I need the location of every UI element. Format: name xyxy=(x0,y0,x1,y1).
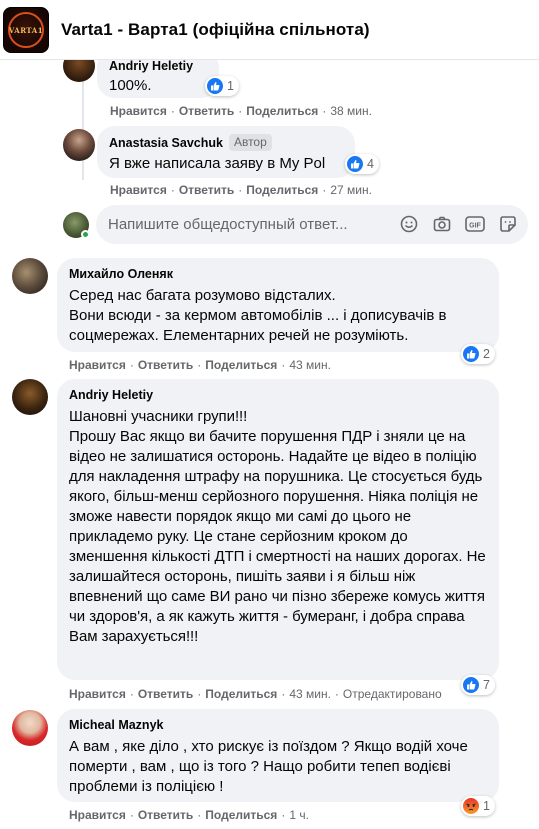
reaction-summary[interactable]: 7 xyxy=(461,675,495,695)
gif-icon[interactable]: GIF xyxy=(465,214,485,234)
reaction-count: 1 xyxy=(227,79,234,93)
separator: · xyxy=(129,358,134,372)
reaction-count: 1 xyxy=(483,799,490,813)
comment-actions: Нравится · Ответить · Поделиться · 27 ми… xyxy=(110,183,372,197)
avatar[interactable] xyxy=(12,258,48,294)
share-link[interactable]: Поделиться xyxy=(246,183,318,197)
comment-bubble: Micheal Maznyk А вам , яке діло , хто ри… xyxy=(57,709,499,802)
like-icon xyxy=(347,156,363,172)
share-link[interactable]: Поделиться xyxy=(205,808,277,822)
emoji-icon[interactable] xyxy=(399,214,419,234)
reply-toolbar: GIF xyxy=(399,214,518,234)
avatar[interactable] xyxy=(63,129,95,161)
separator: · xyxy=(238,104,243,118)
author-name[interactable]: Anastasia Savchuk xyxy=(109,135,223,151)
online-status-indicator xyxy=(81,230,90,239)
comment-text: Серед нас багата розумово відсталих. Вон… xyxy=(69,287,447,344)
comment-actions: Нравится · Ответить · Поделиться · 43 ми… xyxy=(69,358,331,372)
logo-text: VARTA1 xyxy=(8,25,44,35)
like-link[interactable]: Нравится xyxy=(110,104,167,118)
share-link[interactable]: Поделиться xyxy=(205,358,277,372)
group-header: VARTA1 Varta1 - Варта1 (офіційна спільно… xyxy=(0,0,539,60)
comment-author: Anastasia Savchuk Автор xyxy=(109,134,343,151)
edited-label[interactable]: Отредактировано xyxy=(343,687,442,701)
angry-reaction-icon xyxy=(463,798,479,814)
comment-time[interactable]: 38 мин. xyxy=(330,104,372,118)
like-icon xyxy=(463,346,479,362)
group-logo[interactable]: VARTA1 xyxy=(3,7,49,53)
reaction-count: 4 xyxy=(367,157,374,171)
comment-text: Я вже написала заяву в My Pol xyxy=(109,155,326,172)
reply-link[interactable]: Ответить xyxy=(179,183,234,197)
like-link[interactable]: Нравится xyxy=(69,358,126,372)
comment-time[interactable]: 43 мин. xyxy=(289,358,331,372)
current-user-avatar[interactable] xyxy=(63,212,90,239)
comment-bubble: Andriy Heletiy Шановні учасники групи!!!… xyxy=(57,379,499,680)
reply-link[interactable]: Ответить xyxy=(179,104,234,118)
reaction-count: 7 xyxy=(483,678,490,692)
svg-text:GIF: GIF xyxy=(469,223,481,230)
comment-author[interactable]: Andriy Heletiy xyxy=(109,58,207,74)
separator: · xyxy=(281,687,286,701)
reaction-summary[interactable]: 1 xyxy=(461,796,495,816)
reaction-summary[interactable]: 2 xyxy=(461,344,495,364)
avatar[interactable] xyxy=(12,379,48,415)
logo-ring: VARTA1 xyxy=(8,12,44,48)
reaction-summary[interactable]: 4 xyxy=(345,154,379,174)
separator: · xyxy=(170,104,175,118)
comment-actions: Нравится · Ответить · Поделиться · 43 ми… xyxy=(69,687,442,701)
like-link[interactable]: Нравится xyxy=(69,687,126,701)
reply-placeholder: Напишите общедоступный ответ... xyxy=(108,216,348,233)
reply-link[interactable]: Ответить xyxy=(138,358,193,372)
separator: · xyxy=(129,808,134,822)
separator: · xyxy=(197,358,202,372)
separator: · xyxy=(281,358,286,372)
comment-time[interactable]: 43 мин. xyxy=(289,687,331,701)
like-link[interactable]: Нравится xyxy=(69,808,126,822)
separator: · xyxy=(170,183,175,197)
author-badge: Автор xyxy=(228,134,272,151)
separator: · xyxy=(322,183,327,197)
group-title[interactable]: Varta1 - Варта1 (офіційна спільнота) xyxy=(61,20,370,40)
reaction-count: 2 xyxy=(483,347,490,361)
reaction-summary[interactable]: 1 xyxy=(205,76,239,96)
comment-time[interactable]: 1 ч. xyxy=(289,808,309,822)
comment-author[interactable]: Micheal Maznyk xyxy=(69,717,487,733)
reply-link[interactable]: Ответить xyxy=(138,808,193,822)
comment-author[interactable]: Михайло Оленяк xyxy=(69,266,487,282)
separator: · xyxy=(197,687,202,701)
like-icon xyxy=(207,78,223,94)
comment-author[interactable]: Andriy Heletiy xyxy=(69,387,487,403)
comment-text: А вам , яке діло , хто рискує із поїздом… xyxy=(69,738,468,795)
comment-bubble: Михайло Оленяк Серед нас багата розумово… xyxy=(57,258,499,352)
reply-input[interactable]: Напишите общедоступный ответ... GIF xyxy=(96,205,528,244)
share-link[interactable]: Поделиться xyxy=(205,687,277,701)
comment-text: Шановні учасники групи!!! Прошу Вас якщо… xyxy=(69,408,486,645)
like-link[interactable]: Нравится xyxy=(110,183,167,197)
avatar[interactable] xyxy=(12,710,48,746)
sticker-icon[interactable] xyxy=(498,214,518,234)
share-link[interactable]: Поделиться xyxy=(246,104,318,118)
separator: · xyxy=(322,104,327,118)
comment-actions: Нравится · Ответить · Поделиться · 1 ч. xyxy=(69,808,309,822)
separator: · xyxy=(197,808,202,822)
separator: · xyxy=(334,687,339,701)
comment-text: 100%. xyxy=(109,77,152,94)
comment-bubble: Anastasia Savchuk Автор Я вже написала з… xyxy=(97,126,355,178)
reply-link[interactable]: Ответить xyxy=(138,687,193,701)
like-icon xyxy=(463,677,479,693)
separator: · xyxy=(238,183,243,197)
comment-time[interactable]: 27 мин. xyxy=(330,183,372,197)
camera-icon[interactable] xyxy=(432,214,452,234)
comment-actions: Нравится · Ответить · Поделиться · 38 ми… xyxy=(110,104,372,118)
separator: · xyxy=(129,687,134,701)
separator: · xyxy=(281,808,286,822)
